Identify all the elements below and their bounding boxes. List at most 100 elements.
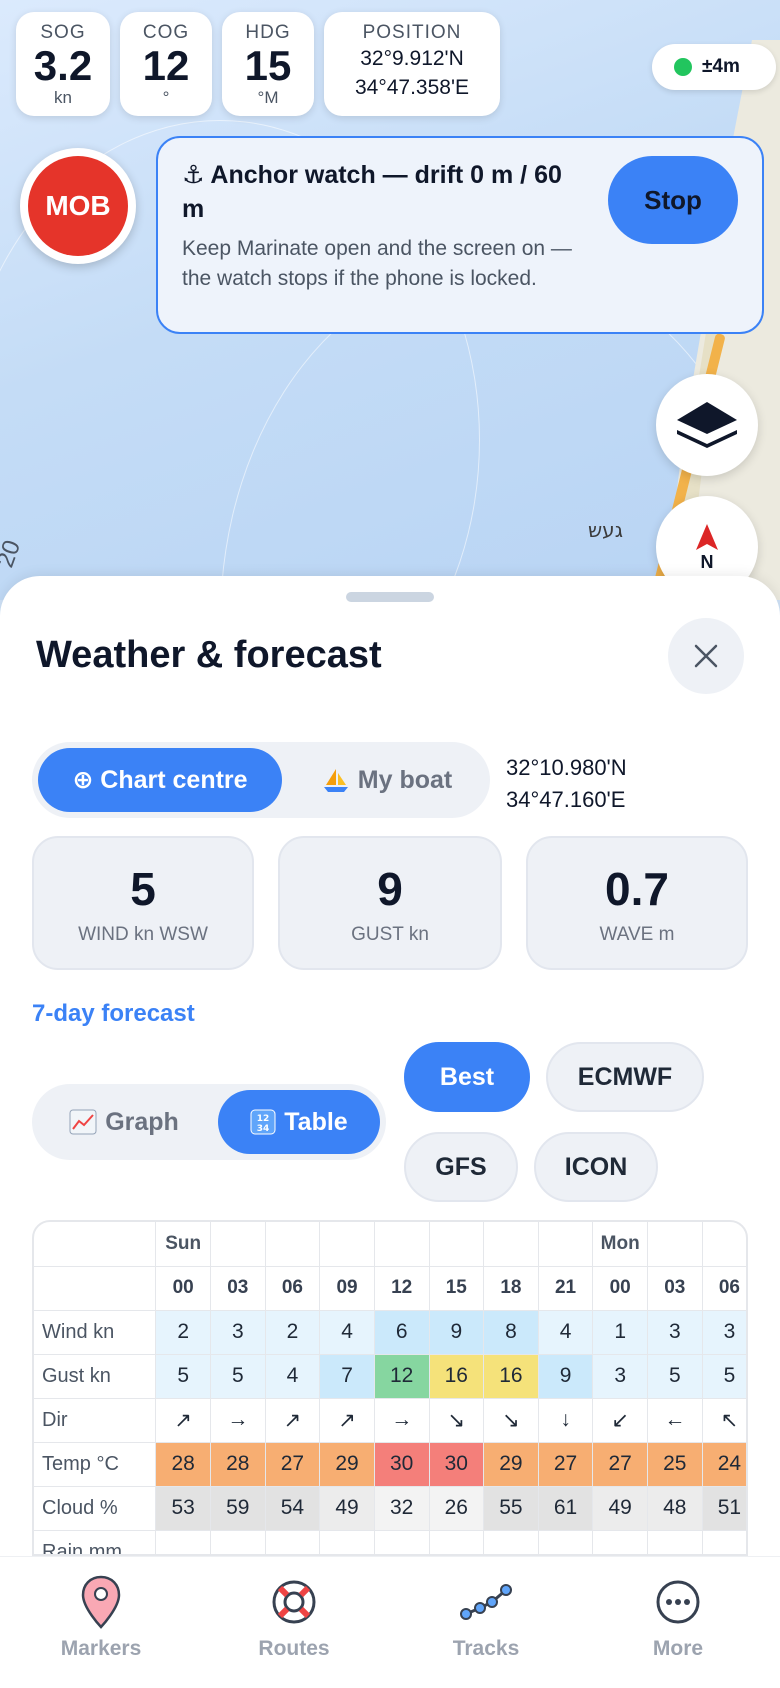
table-cell: 4 bbox=[265, 1354, 321, 1399]
graph-label: Graph bbox=[105, 1107, 179, 1136]
table-row: Wind kn 2 3 2 4 6 9 8 4 1 3 3 bbox=[34, 1310, 746, 1355]
day-cell bbox=[319, 1222, 375, 1267]
gps-accuracy-value: ±4m bbox=[702, 56, 740, 77]
hour-row: 00 03 06 09 12 15 18 21 00 03 06 bbox=[34, 1266, 746, 1311]
position-lon: 34°47.358'E bbox=[354, 76, 469, 99]
row-label: Rain mm bbox=[34, 1530, 157, 1554]
table-cell: 5 bbox=[155, 1354, 211, 1399]
gps-accuracy-badge[interactable]: ±4m bbox=[652, 44, 776, 90]
layers-button[interactable] bbox=[656, 374, 758, 476]
nav-tracks[interactable]: Tracks bbox=[411, 1571, 561, 1661]
wind-value: 5 bbox=[130, 863, 156, 915]
chart-icon bbox=[69, 1109, 97, 1135]
forecast-table[interactable]: Sun Mon 00 03 06 09 12 15 18 21 00 03 06 Wind kn 2 3 2 4 6… bbox=[32, 1220, 748, 1556]
table-cell: 28 bbox=[210, 1442, 266, 1487]
compass-letter: N bbox=[700, 551, 714, 572]
map-town-label: געש bbox=[588, 518, 623, 542]
mob-label: MOB bbox=[28, 156, 128, 256]
sheet-title: Weather & forecast bbox=[36, 634, 382, 676]
table-cell bbox=[155, 1530, 211, 1554]
cog-label: COG bbox=[142, 22, 190, 43]
gust-card: 9 GUST kn bbox=[278, 836, 502, 970]
table-row: Rain mm bbox=[34, 1530, 746, 1554]
nav-more[interactable]: More bbox=[603, 1571, 753, 1661]
table-cell: 7 bbox=[319, 1354, 375, 1399]
nav-markers[interactable]: Markers bbox=[26, 1571, 176, 1661]
table-cell bbox=[265, 1530, 321, 1554]
hour-cell: 06 bbox=[702, 1266, 746, 1311]
table-cell: 30 bbox=[429, 1442, 485, 1487]
sheet-drag-handle[interactable] bbox=[346, 592, 434, 602]
cog-value: 12 bbox=[142, 42, 190, 89]
table-cell: 9 bbox=[429, 1310, 485, 1355]
table-cell: ← bbox=[647, 1398, 703, 1443]
model-icon-chip[interactable]: ICON bbox=[534, 1132, 658, 1202]
hour-cell: 09 bbox=[319, 1266, 375, 1311]
sailboat-icon bbox=[323, 769, 348, 792]
table-cell: ↘ bbox=[429, 1398, 485, 1443]
model-ecmwf-chip[interactable]: ECMWF bbox=[546, 1042, 704, 1112]
day-row-corner bbox=[34, 1222, 157, 1267]
row-label: Temp °C bbox=[34, 1442, 157, 1487]
table-cell: 16 bbox=[429, 1354, 485, 1399]
nav-markers-label: Markers bbox=[60, 1637, 142, 1660]
table-cell: ↘ bbox=[483, 1398, 539, 1443]
wind-card: 5 WIND kn WSW bbox=[32, 836, 254, 970]
model-gfs-chip[interactable]: GFS bbox=[404, 1132, 518, 1202]
day-cell bbox=[483, 1222, 539, 1267]
nav-more-label: More bbox=[652, 1637, 704, 1660]
model-best-chip[interactable]: Best bbox=[404, 1042, 530, 1112]
sog-label: SOG bbox=[40, 22, 86, 43]
table-cell: ↖ bbox=[702, 1398, 746, 1443]
table-label: Table bbox=[284, 1107, 348, 1136]
table-cell: 53 bbox=[155, 1486, 211, 1531]
more-icon bbox=[656, 1580, 700, 1624]
table-row: Cloud % 53 59 54 49 32 26 55 61 49 48 51 bbox=[34, 1486, 746, 1531]
anchor-stop-button[interactable]: Stop bbox=[608, 156, 738, 244]
sog-instrument[interactable]: SOG 3.2 kn bbox=[16, 12, 110, 116]
gust-value: 9 bbox=[377, 863, 403, 915]
table-cell bbox=[538, 1530, 594, 1554]
table-cell bbox=[592, 1530, 648, 1554]
close-icon bbox=[694, 644, 718, 668]
table-row: Gust kn 5 5 4 7 12 16 16 9 3 5 5 bbox=[34, 1354, 746, 1399]
sog-unit: kn bbox=[54, 88, 72, 107]
table-cell: ↙ bbox=[592, 1398, 648, 1443]
nav-routes[interactable]: Routes bbox=[219, 1571, 369, 1661]
table-cell bbox=[374, 1530, 430, 1554]
position-instrument[interactable]: POSITION 32°9.912'N 34°47.358'E bbox=[324, 12, 500, 116]
graph-button[interactable]: Graph bbox=[40, 1090, 208, 1154]
hour-cell: 03 bbox=[210, 1266, 266, 1311]
table-cell: 30 bbox=[374, 1442, 430, 1487]
marker-pin-icon bbox=[81, 1575, 121, 1629]
mob-button[interactable]: MOB bbox=[20, 148, 136, 264]
anchor-watch-title: ⚓ Anchor watch — drift 0 m / 60 m bbox=[182, 161, 562, 223]
table-cell: 5 bbox=[702, 1354, 746, 1399]
table-cell: 59 bbox=[210, 1486, 266, 1531]
gps-status-dot bbox=[674, 58, 692, 76]
table-cell: 48 bbox=[647, 1486, 703, 1531]
table-cell: 61 bbox=[538, 1486, 594, 1531]
table-button[interactable]: 12 34 Table bbox=[218, 1090, 380, 1154]
wave-label: WAVE m bbox=[599, 924, 675, 945]
chart-centre-button[interactable]: ⊕ Chart centre bbox=[38, 748, 282, 812]
table-cell bbox=[319, 1530, 375, 1554]
close-button[interactable] bbox=[668, 618, 744, 694]
forecast-coords: 32°10.980'N 34°47.160'E bbox=[506, 752, 627, 816]
my-boat-label: My boat bbox=[357, 765, 453, 794]
hdg-instrument[interactable]: HDG 15 °M bbox=[222, 12, 314, 116]
my-boat-button[interactable]: My boat bbox=[290, 748, 484, 812]
north-arrow-icon bbox=[696, 523, 718, 550]
wave-card: 0.7 WAVE m bbox=[526, 836, 748, 970]
table-cell: 49 bbox=[592, 1486, 648, 1531]
day-cell bbox=[538, 1222, 594, 1267]
track-icon bbox=[460, 1584, 512, 1620]
table-cell: 3 bbox=[647, 1310, 703, 1355]
day-cell: Mon bbox=[592, 1222, 648, 1267]
day-cell bbox=[702, 1222, 746, 1267]
table-cell: 27 bbox=[592, 1442, 648, 1487]
cog-instrument[interactable]: COG 12 ° bbox=[120, 12, 212, 116]
numbers-icon: 12 34 bbox=[250, 1109, 276, 1135]
hour-cell: 21 bbox=[538, 1266, 594, 1311]
seven-day-forecast-link[interactable]: 7-day forecast bbox=[32, 1000, 195, 1028]
